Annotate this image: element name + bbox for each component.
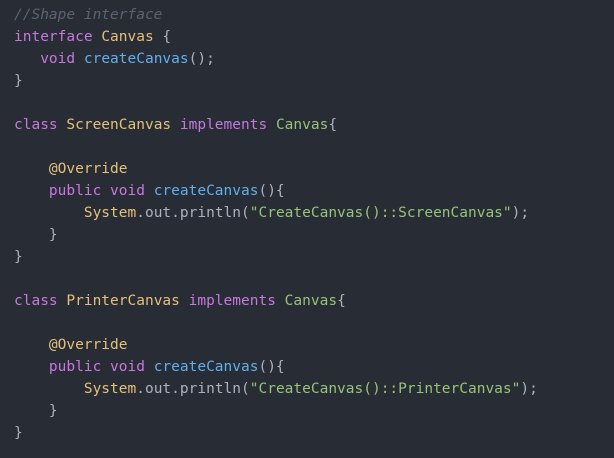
code-line[interactable]: }: [14, 422, 614, 444]
code-token-function: createCanvas: [153, 183, 259, 199]
code-token-function: createCanvas: [83, 51, 189, 67]
code-token-method: println: [179, 205, 242, 221]
code-token-punct: }: [14, 249, 23, 265]
code-token-object: System: [83, 205, 137, 221]
code-token-object: System: [83, 381, 137, 397]
code-line[interactable]: void createCanvas();: [14, 48, 614, 70]
code-token-punct: }: [48, 403, 58, 419]
code-token-punct: {: [337, 293, 346, 309]
code-token-keyword: void: [110, 183, 145, 199]
code-token-function: createCanvas: [153, 359, 259, 375]
code-line[interactable]: //Shape interface: [14, 4, 614, 26]
code-line[interactable]: class ScreenCanvas implements Canvas{: [14, 114, 614, 136]
code-token-punct: (){: [258, 359, 285, 375]
code-line[interactable]: [14, 136, 614, 158]
code-line[interactable]: }: [14, 70, 614, 92]
code-token-keyword: void: [110, 359, 145, 375]
code-token-plain: {: [153, 29, 172, 45]
code-token-iface: Canvas: [284, 293, 338, 309]
code-token-field: out: [144, 381, 172, 397]
code-line[interactable]: }: [14, 246, 614, 268]
code-line[interactable]: public void createCanvas(){: [14, 180, 614, 202]
code-token-punct: );: [511, 205, 530, 221]
code-token-keyword: implements: [188, 293, 276, 309]
code-token-string: "CreateCanvas()::ScreenCanvas": [249, 205, 512, 221]
code-line[interactable]: System.out.println("CreateCanvas()::Scre…: [14, 202, 614, 224]
code-editor[interactable]: //Shape interface interface Canvas { void…: [0, 0, 614, 458]
code-token-punct: ();: [188, 51, 215, 67]
code-line[interactable]: @Override: [14, 158, 614, 180]
code-line[interactable]: class PrinterCanvas implements Canvas{: [14, 290, 614, 312]
code-token-keyword: public: [48, 183, 102, 199]
code-token-punct: .: [136, 205, 145, 221]
code-token-keyword: class: [14, 117, 58, 133]
code-token-punct: .: [136, 381, 145, 397]
code-line[interactable]: interface Canvas {: [14, 26, 614, 48]
code-line[interactable]: @Override: [14, 334, 614, 356]
code-token-keyword: void: [40, 51, 76, 67]
code-token-punct: {: [328, 117, 338, 133]
code-token-keyword: class: [14, 293, 58, 309]
code-token-field: out: [144, 205, 172, 221]
code-token-method: println: [179, 381, 242, 397]
code-token-iface: Canvas: [275, 117, 329, 133]
code-token-punct: .: [171, 205, 180, 221]
code-token-class: Canvas: [101, 29, 154, 45]
code-token-comment: //Shape interface: [14, 7, 163, 23]
code-token-class: ScreenCanvas: [66, 117, 172, 133]
code-token-annotation: @Override: [48, 161, 128, 177]
code-line[interactable]: [14, 92, 614, 114]
code-line[interactable]: [14, 312, 614, 334]
code-token-punct: );: [520, 381, 538, 397]
code-token-punct: .: [171, 381, 180, 397]
code-line[interactable]: System.out.println("CreateCanvas()::Prin…: [14, 378, 614, 400]
code-token-class: PrinterCanvas: [66, 293, 180, 309]
code-token-keyword: implements: [179, 117, 268, 133]
code-line[interactable]: [14, 268, 614, 290]
code-token-punct: }: [14, 73, 23, 89]
code-line[interactable]: public void createCanvas(){: [14, 356, 614, 378]
code-token-annotation: @Override: [48, 337, 128, 353]
code-token-punct: (: [241, 205, 250, 221]
code-token-punct: (: [241, 381, 250, 397]
code-token-punct: }: [14, 425, 23, 441]
code-token-keyword: interface: [14, 29, 93, 45]
code-token-string: "CreateCanvas()::PrinterCanvas": [249, 381, 521, 397]
code-line[interactable]: }: [14, 400, 614, 422]
code-line[interactable]: }: [14, 224, 614, 246]
code-token-keyword: public: [48, 359, 102, 375]
code-token-punct: (){: [258, 183, 285, 199]
code-token-punct: }: [48, 227, 58, 243]
